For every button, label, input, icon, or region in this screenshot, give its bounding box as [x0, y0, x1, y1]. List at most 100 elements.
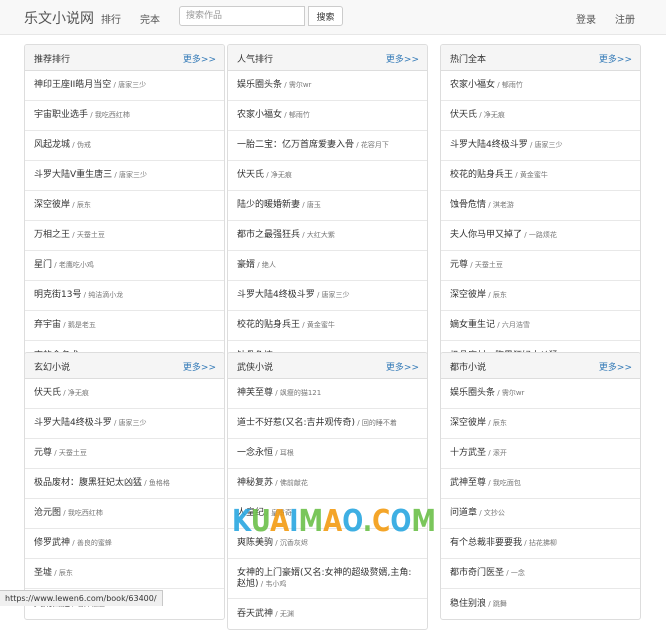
- book-title-link[interactable]: 伏天氏: [237, 170, 264, 180]
- book-title-link[interactable]: 问道章: [450, 508, 477, 518]
- nav-completed[interactable]: 完本: [140, 11, 160, 26]
- book-title-link[interactable]: 农家小福女: [237, 110, 282, 120]
- book-title-link[interactable]: 元尊: [34, 448, 52, 458]
- separator: /: [486, 449, 493, 457]
- book-author: 飒瘦的猫121: [279, 389, 322, 397]
- register-link[interactable]: 注册: [615, 11, 635, 26]
- book-title-link[interactable]: 武神至尊: [450, 478, 486, 488]
- book-list-item: 明克街13号 / 纯洁滴小龙: [25, 281, 224, 311]
- book-author: 我吃西红柿: [94, 111, 130, 119]
- book-title-link[interactable]: 道士不好惹(又名:吉井观传奇): [237, 418, 355, 428]
- book-list-item: 问道章 / 文抄公: [441, 499, 640, 529]
- book-title-link[interactable]: 都市之最强狂兵: [237, 230, 300, 240]
- separator: /: [70, 539, 77, 547]
- book-list-item: 深空彼岸 / 辰东: [441, 409, 640, 439]
- book-title-link[interactable]: 蚀骨危情: [450, 200, 486, 210]
- book-title-link[interactable]: 深空彼岸: [450, 418, 486, 428]
- book-list-item: 夫人你马甲又掉了 / 一路烦花: [441, 221, 640, 251]
- panel-header: 玄幻小说 更多>>: [25, 353, 224, 379]
- book-title-link[interactable]: 伏天氏: [34, 388, 61, 398]
- book-list-item: 深空彼岸 / 辰东: [25, 191, 224, 221]
- book-title-link[interactable]: 神秘复苏: [237, 478, 273, 488]
- book-title-link[interactable]: 嫡女重生记: [450, 320, 495, 330]
- more-link[interactable]: 更多>>: [183, 360, 216, 373]
- panel-header: 推荐排行 更多>>: [25, 45, 224, 71]
- panel-hot-completed: 热门全本 更多>> 农家小福女 / 郁雨竹 伏天氏 / 净无痕 斗罗大陆4终极斗罗 / …: [440, 44, 641, 372]
- book-title-link[interactable]: 宇宙职业选手: [34, 110, 88, 120]
- book-title-link[interactable]: 元尊: [450, 260, 468, 270]
- book-title-link[interactable]: 斗罗大陆4终极斗罗: [237, 290, 315, 300]
- book-author: 花容月下: [360, 141, 389, 149]
- book-title-link[interactable]: 修罗武神: [34, 538, 70, 548]
- book-title-link[interactable]: 娱乐圈头条: [450, 388, 495, 398]
- book-title-link[interactable]: 一念永恒: [237, 448, 273, 458]
- book-list-item: 修罗武神 / 善良的蜜蜂: [25, 529, 224, 559]
- book-title-link[interactable]: 夫人你马甲又掉了: [450, 230, 522, 240]
- book-title-link[interactable]: 明克街13号: [34, 290, 81, 300]
- book-title-link[interactable]: 豪婿: [237, 260, 255, 270]
- panel-header: 都市小说 更多>>: [441, 353, 640, 379]
- book-title-link[interactable]: 有个总裁非要要我: [450, 538, 522, 548]
- book-title-link[interactable]: 娱乐圈头条: [237, 80, 282, 90]
- book-title-link[interactable]: 弃宇宙: [34, 320, 61, 330]
- book-list-item: 深空彼岸 / 辰东: [441, 281, 640, 311]
- book-title-link[interactable]: 深空彼岸: [450, 290, 486, 300]
- more-link[interactable]: 更多>>: [183, 52, 216, 65]
- book-title-link[interactable]: 神印王座II皓月当空: [34, 80, 111, 90]
- separator: /: [273, 449, 280, 457]
- panel-title: 玄幻小说: [34, 363, 71, 373]
- book-title-link[interactable]: 圣墟: [34, 568, 52, 578]
- separator: /: [61, 389, 68, 397]
- separator: /: [264, 171, 271, 179]
- search-input[interactable]: [179, 6, 305, 26]
- book-title-link[interactable]: 极品废材：腹黑狂妃太凶猛: [34, 478, 142, 488]
- book-title-link[interactable]: 一胎二宝：亿万首席爱妻入骨: [237, 140, 354, 150]
- site-logo[interactable]: 乐文小说网: [24, 8, 94, 28]
- book-title-link[interactable]: 深空彼岸: [34, 200, 70, 210]
- book-title-link[interactable]: 吞天武神: [237, 609, 273, 619]
- book-list-item: 斗罗大陆4终极斗罗 / 唐家三少: [441, 131, 640, 161]
- book-author: 郁雨竹: [501, 81, 523, 89]
- book-title-link[interactable]: 伏天氏: [450, 110, 477, 120]
- book-list-item: 女神的上门豪婿(又名:女神的超级赘婿,主角:赵旭) / 韦小鸡: [228, 559, 427, 599]
- book-title-link[interactable]: 沧元图: [34, 508, 61, 518]
- login-link[interactable]: 登录: [576, 11, 596, 26]
- panel-title: 武侠小说: [237, 363, 274, 373]
- book-title-link[interactable]: 星门: [34, 260, 52, 270]
- book-title-link[interactable]: 斗罗大陆4终极斗罗: [34, 418, 112, 428]
- book-title-link[interactable]: 十方武圣: [450, 448, 486, 458]
- book-title-link[interactable]: 神芙至尊: [237, 388, 273, 398]
- more-link[interactable]: 更多>>: [599, 52, 632, 65]
- book-title-link[interactable]: 陆少的暖婚新妻: [237, 200, 300, 210]
- book-list-item: 校花的贴身兵王 / 黄金蜜牛: [228, 311, 427, 341]
- panel-popular-ranking: 人气排行 更多>> 娱乐圈头条 / 需尔wr 农家小福女 / 郁雨竹 一胎二宝：亿万首席…: [227, 44, 428, 372]
- book-title-link[interactable]: 校花的贴身兵王: [450, 170, 513, 180]
- book-title-link[interactable]: 校花的贴身兵王: [237, 320, 300, 330]
- separator: /: [522, 231, 529, 239]
- book-author: 韦小鸡: [265, 579, 287, 588]
- book-title-link[interactable]: 万相之王: [34, 230, 70, 240]
- book-list-item: 神芙至尊 / 飒瘦的猫121: [228, 379, 427, 409]
- book-list-item: 都市奇门医圣 / 一念: [441, 559, 640, 589]
- book-list: 娱乐圈头条 / 需尔wr 农家小福女 / 郁雨竹 一胎二宝：亿万首席爱妻入骨 / 花…: [228, 71, 427, 371]
- book-title-link[interactable]: 风起龙城: [34, 140, 70, 150]
- book-author: 需尔wr: [288, 81, 312, 89]
- book-title-link[interactable]: 农家小福女: [450, 80, 495, 90]
- book-author: 天蚕土豆: [76, 231, 105, 239]
- book-title-link[interactable]: 稳住别浪: [450, 599, 486, 609]
- panel-recommend-ranking: 推荐排行 更多>> 神印王座II皓月当空 / 唐家三少 宇宙职业选手 / 我吃西红柿风…: [24, 44, 225, 372]
- separator: /: [495, 321, 502, 329]
- separator: /: [88, 111, 95, 119]
- more-link[interactable]: 更多>>: [386, 52, 419, 65]
- book-author: 净无痕: [67, 389, 89, 397]
- more-link[interactable]: 更多>>: [386, 360, 419, 373]
- nav-ranking[interactable]: 排行: [101, 11, 121, 26]
- book-author: 我吃面包: [492, 479, 521, 487]
- more-link[interactable]: 更多>>: [599, 360, 632, 373]
- book-list-item: 娱乐圈头条 / 需尔wr: [441, 379, 640, 409]
- search-button[interactable]: 搜索: [308, 6, 343, 26]
- book-title-link[interactable]: 斗罗大陆V重生唐三: [34, 170, 112, 180]
- panel-urban: 都市小说 更多>> 娱乐圈头条 / 需尔wr 深空彼岸 / 辰东 十方武圣 / 滚开 武神…: [440, 352, 641, 620]
- book-title-link[interactable]: 斗罗大陆4终极斗罗: [450, 140, 528, 150]
- book-title-link[interactable]: 都市奇门医圣: [450, 568, 504, 578]
